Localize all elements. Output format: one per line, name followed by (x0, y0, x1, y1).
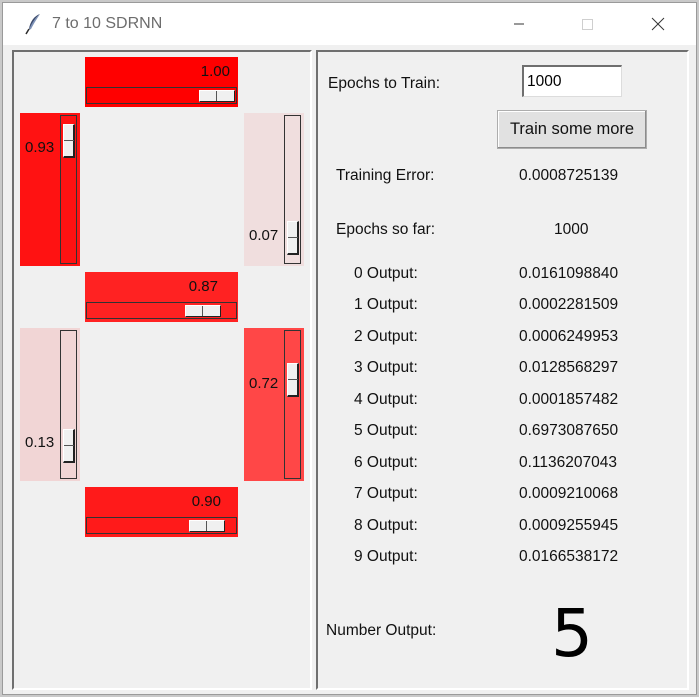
output-value: 0.0161098840 (519, 265, 619, 282)
segment-bottom-left-value: 0.13 (25, 434, 55, 451)
minimize-icon (514, 23, 524, 25)
close-button[interactable] (635, 3, 681, 45)
output-label: 7 Output: (354, 485, 418, 502)
epochs-to-train-input[interactable] (522, 65, 622, 97)
output-value: 0.0009210068 (519, 485, 619, 502)
segment-top-slider-thumb[interactable] (199, 90, 235, 102)
training-error-value: 0.0008725139 (519, 167, 619, 184)
segment-middle-slider-thumb[interactable] (185, 305, 221, 317)
output-label: 5 Output: (354, 422, 418, 439)
title-bar[interactable]: 7 to 10 SDRNN (3, 3, 696, 45)
output-value: 0.6973087650 (519, 422, 619, 439)
segment-top: 1.00 (85, 57, 238, 107)
window-title: 7 to 10 SDRNN (52, 15, 163, 32)
segment-bottom-right-slider-thumb[interactable] (287, 363, 299, 397)
segment-middle-value: 0.87 (188, 278, 218, 295)
maximize-button[interactable] (564, 3, 610, 45)
maximize-icon (582, 19, 593, 30)
training-error-label: Training Error: (336, 167, 435, 184)
number-output-label: Number Output: (326, 622, 437, 639)
output-value: 0.0001857482 (519, 391, 619, 408)
epochs-to-train-label: Epochs to Train: (328, 75, 441, 92)
feather-icon (25, 14, 40, 35)
output-label: 4 Output: (354, 391, 418, 408)
train-some-more-button[interactable]: Train some more (497, 110, 647, 149)
output-label: 2 Output: (354, 328, 418, 345)
close-icon (651, 17, 665, 31)
segment-bottom: 0.90 (85, 487, 238, 537)
segment-bottom-left: 0.13 (20, 328, 80, 481)
minimize-button[interactable] (496, 3, 542, 45)
segment-middle: 0.87 (85, 272, 238, 322)
segment-top-right-value: 0.07 (249, 227, 279, 244)
segment-top-left: 0.93 (20, 113, 80, 266)
segment-bottom-value: 0.90 (191, 493, 221, 510)
segment-top-value: 1.00 (200, 63, 230, 80)
output-value: 0.0128568297 (519, 359, 619, 376)
segment-bottom-right-slider[interactable] (284, 330, 301, 479)
output-value: 0.0002281509 (519, 296, 619, 313)
number-output-value: 5 (551, 595, 593, 672)
segment-top-left-value: 0.93 (25, 139, 55, 156)
epochs-so-far-value: 1000 (554, 221, 589, 238)
segment-middle-slider[interactable] (86, 302, 237, 319)
segment-top-right-slider[interactable] (284, 115, 301, 264)
segment-bottom-slider[interactable] (86, 517, 237, 534)
output-value: 0.0009255945 (519, 517, 619, 534)
app-window: 7 to 10 SDRNN 1.00 0.93 0.07 0.87 0.13 0… (2, 2, 697, 695)
output-label: 9 Output: (354, 548, 418, 565)
segment-bottom-right-value: 0.72 (249, 375, 279, 392)
segment-top-left-slider[interactable] (60, 115, 77, 264)
segment-bottom-left-slider-thumb[interactable] (63, 429, 75, 463)
output-label: 3 Output: (354, 359, 418, 376)
segment-display-pane: 1.00 0.93 0.07 0.87 0.13 0.72 0.90 (12, 50, 312, 690)
output-value: 0.0166538172 (519, 548, 619, 565)
output-label: 0 Output: (354, 265, 418, 282)
output-label: 8 Output: (354, 517, 418, 534)
segment-bottom-slider-thumb[interactable] (189, 520, 225, 532)
segment-top-left-slider-thumb[interactable] (63, 124, 75, 158)
segment-bottom-left-slider[interactable] (60, 330, 77, 479)
output-label: 6 Output: (354, 454, 418, 471)
output-value: 0.1136207043 (519, 454, 617, 471)
epochs-so-far-label: Epochs so far: (336, 221, 436, 238)
segment-top-right: 0.07 (244, 113, 304, 266)
segment-bottom-right: 0.72 (244, 328, 304, 481)
segment-top-slider[interactable] (86, 87, 237, 104)
output-value: 0.0006249953 (519, 328, 619, 345)
output-label: 1 Output: (354, 296, 418, 313)
segment-top-right-slider-thumb[interactable] (287, 221, 299, 255)
